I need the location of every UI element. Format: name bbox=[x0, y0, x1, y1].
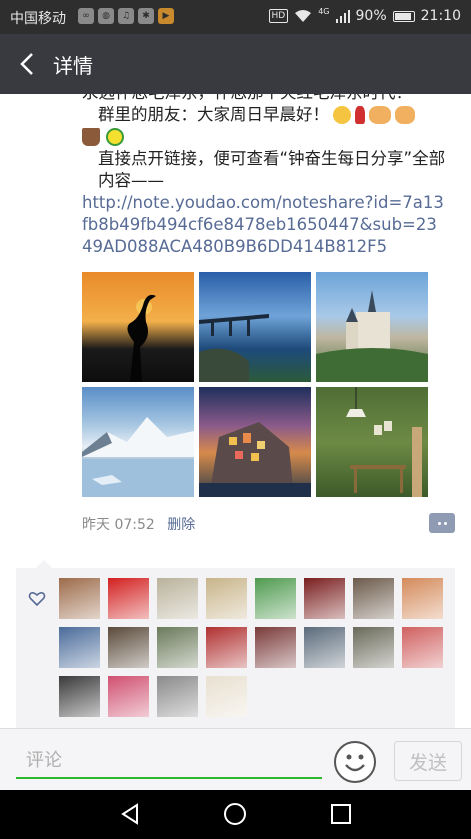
system-indicators: HD 4G 90% 21:10 bbox=[268, 6, 461, 24]
post-instruction: 直接点开链接，便可查看“钟奋生每日分享”全部内容—— bbox=[98, 149, 446, 190]
liker-avatar[interactable] bbox=[206, 676, 247, 717]
liker-avatar[interactable] bbox=[206, 578, 247, 619]
post-detail[interactable]: 永远怀念毛泽东，怀念那个火红毛泽东时代！ 群里的朋友：大家周日早晨好！ 直接点开… bbox=[0, 94, 471, 728]
liker-avatar[interactable] bbox=[206, 627, 247, 668]
post-meta: 昨天 07:52 删除 bbox=[82, 514, 195, 534]
photo-grid bbox=[82, 272, 428, 498]
liker-avatar[interactable] bbox=[59, 578, 100, 619]
emoji-row bbox=[82, 126, 447, 148]
liker-avatar[interactable] bbox=[108, 676, 149, 717]
photo-green-interior[interactable] bbox=[316, 387, 428, 497]
comment-bar: 发送 bbox=[0, 728, 471, 790]
liker-avatar[interactable] bbox=[353, 578, 394, 619]
delete-link[interactable]: 删除 bbox=[167, 517, 195, 533]
recents-square-icon[interactable] bbox=[329, 802, 353, 826]
network-label: 4G bbox=[318, 6, 330, 16]
liker-avatar[interactable] bbox=[255, 627, 296, 668]
paw-icon: ✱ bbox=[138, 8, 154, 24]
emoji-button[interactable] bbox=[334, 741, 376, 783]
loop-icon: ∞ bbox=[78, 8, 94, 24]
comment-input[interactable] bbox=[16, 743, 322, 779]
comment-menu-button[interactable] bbox=[429, 513, 455, 533]
handshake-emoji bbox=[369, 106, 391, 124]
post-line-top: 永远怀念毛泽东，怀念那个火红毛泽东时代！ bbox=[82, 94, 447, 104]
smiley-face-icon bbox=[345, 754, 365, 772]
liker-avatar[interactable] bbox=[304, 627, 345, 668]
video-icon: ▶ bbox=[158, 8, 174, 24]
wifi-icon bbox=[295, 10, 312, 22]
likes-panel bbox=[16, 560, 455, 728]
post-body: 永远怀念毛泽东，怀念那个火红毛泽东时代！ 群里的朋友：大家周日早晨好！ 直接点开… bbox=[82, 94, 447, 258]
post-greeting: 群里的朋友：大家周日早晨好！ bbox=[98, 105, 329, 124]
baidu-icon: ◍ bbox=[98, 8, 114, 24]
liker-avatar[interactable] bbox=[108, 578, 149, 619]
rose-emoji bbox=[355, 106, 365, 124]
liker-avatar[interactable] bbox=[255, 578, 296, 619]
liker-avatars bbox=[59, 578, 451, 717]
liker-avatar[interactable] bbox=[59, 676, 100, 717]
hd-icon: HD bbox=[268, 9, 289, 23]
post-link[interactable]: http://note.youdao.com/noteshare?id=7a13… bbox=[82, 192, 447, 258]
coffee-emoji bbox=[82, 128, 100, 146]
post-timestamp: 昨天 07:52 bbox=[82, 517, 155, 533]
dot-icon bbox=[437, 521, 441, 525]
liker-avatar[interactable] bbox=[402, 578, 443, 619]
photo-coastal-bridge[interactable] bbox=[199, 272, 311, 382]
smiley-character-emoji bbox=[106, 128, 124, 146]
page-title: 详情 bbox=[53, 54, 93, 78]
post-greeting-line: 群里的朋友：大家周日早晨好！ bbox=[82, 104, 447, 126]
liker-avatar[interactable] bbox=[59, 627, 100, 668]
music-icon: ♫ bbox=[118, 8, 134, 24]
dot-icon bbox=[443, 521, 447, 525]
photo-cliff-village[interactable] bbox=[199, 387, 311, 497]
liker-avatar[interactable] bbox=[108, 627, 149, 668]
pray-emoji bbox=[395, 106, 415, 124]
notification-icons: ∞ ◍ ♫ ✱ ▶ bbox=[78, 8, 174, 24]
photo-castle[interactable] bbox=[316, 272, 428, 382]
liker-avatar[interactable] bbox=[353, 627, 394, 668]
back-button[interactable] bbox=[12, 48, 42, 80]
send-button[interactable]: 发送 bbox=[394, 741, 462, 781]
battery-percent: 90% bbox=[355, 8, 387, 24]
liker-avatar[interactable] bbox=[402, 627, 443, 668]
photo-heron-sunset[interactable] bbox=[82, 272, 194, 382]
liker-avatar[interactable] bbox=[157, 578, 198, 619]
photo-snow-mountain[interactable] bbox=[82, 387, 194, 497]
back-triangle-icon[interactable] bbox=[118, 802, 142, 826]
heart-outline-icon bbox=[28, 591, 46, 607]
liker-avatar[interactable] bbox=[304, 578, 345, 619]
liker-avatar[interactable] bbox=[157, 627, 198, 668]
status-bar: 中国移动 ∞ ◍ ♫ ✱ ▶ HD 4G 90% 21:10 bbox=[0, 0, 471, 34]
carrier-label: 中国移动 bbox=[10, 11, 66, 27]
title-bar: 详情 bbox=[0, 34, 471, 94]
liker-avatar[interactable] bbox=[157, 676, 198, 717]
navigation-bar bbox=[0, 790, 471, 839]
clock: 21:10 bbox=[420, 8, 461, 24]
chevron-left-icon bbox=[20, 53, 33, 75]
signal-icon bbox=[335, 9, 350, 23]
smile-emoji bbox=[333, 106, 351, 124]
home-circle-icon[interactable] bbox=[223, 802, 247, 826]
battery-icon bbox=[392, 10, 415, 22]
